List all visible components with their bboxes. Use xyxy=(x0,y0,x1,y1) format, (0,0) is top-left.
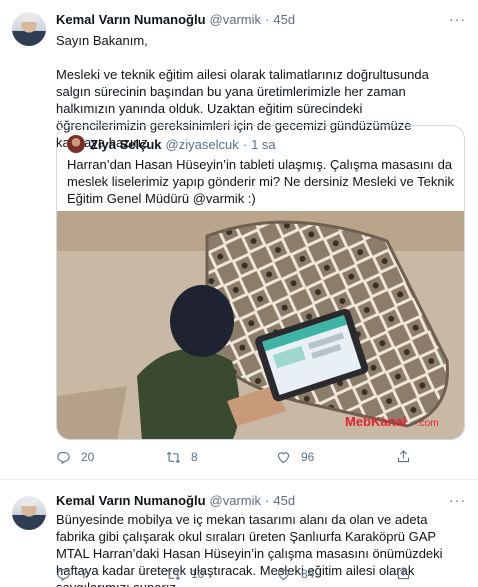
retweet-count: 8 xyxy=(191,450,198,464)
share-button[interactable] xyxy=(396,449,421,464)
more-icon[interactable]: ··· xyxy=(449,11,466,27)
quote-author-name: Ziya Selçuk xyxy=(90,136,162,152)
author-handle[interactable]: @varmik xyxy=(210,12,261,27)
separator-dot: · xyxy=(265,12,270,27)
reply-icon xyxy=(57,451,70,464)
separator-dot: · xyxy=(242,136,248,152)
retweet-button[interactable]: 8 xyxy=(166,450,198,465)
quote-avatar xyxy=(67,135,85,153)
reply-button[interactable]: 7 xyxy=(56,567,88,582)
avatar[interactable] xyxy=(12,12,46,46)
image-watermark-suffix: .com xyxy=(417,418,439,429)
tweet-header: Kemal Varın Numanoğlu @varmik · 45d ··· xyxy=(56,492,466,509)
author-handle[interactable]: @varmik xyxy=(210,493,261,508)
share-icon xyxy=(397,450,410,463)
retweet-count: 10 xyxy=(191,567,205,581)
like-icon xyxy=(277,568,290,580)
author-name[interactable]: Kemal Varın Numanoğlu xyxy=(56,12,206,27)
reply-icon xyxy=(57,568,70,581)
quote-photo[interactable]: MebKanal .com xyxy=(57,211,465,440)
reply-button[interactable]: 20 xyxy=(56,450,94,465)
retweet-icon xyxy=(166,451,181,463)
timestamp[interactable]: 45d xyxy=(273,12,295,27)
like-button[interactable]: 84 xyxy=(276,567,314,582)
more-icon[interactable]: ··· xyxy=(449,492,466,508)
share-button[interactable] xyxy=(396,566,421,581)
share-icon xyxy=(397,567,410,580)
author-name[interactable]: Kemal Varın Numanoğlu xyxy=(56,493,206,508)
separator-dot: · xyxy=(265,493,270,508)
quoted-tweet[interactable]: Ziya Selçuk @ziyaselcuk · 1 sa Harran’da… xyxy=(56,125,465,440)
reply-count: 20 xyxy=(81,450,95,464)
like-button[interactable]: 96 xyxy=(276,450,314,465)
tweet-header: Kemal Varın Numanoğlu @varmik · 45d ··· xyxy=(56,11,466,28)
tweet-greeting: Sayın Bakanım, xyxy=(56,33,148,48)
quote-author-handle: @ziyaselcuk xyxy=(165,136,239,152)
quote-text: Harran’dan Hasan Hüseyin’in tableti ulaş… xyxy=(67,157,455,206)
like-icon xyxy=(277,451,290,463)
like-count: 96 xyxy=(301,450,315,464)
quote-header: Ziya Selçuk @ziyaselcuk · 1 sa xyxy=(67,135,276,153)
reply-count: 7 xyxy=(81,567,88,581)
like-count: 84 xyxy=(301,567,315,581)
tweet[interactable]: Kemal Varın Numanoğlu @varmik · 45d ··· … xyxy=(0,0,478,480)
quote-timestamp: 1 sa xyxy=(251,136,276,152)
retweet-button[interactable]: 10 xyxy=(166,567,204,582)
timestamp[interactable]: 45d xyxy=(273,493,295,508)
retweet-icon xyxy=(166,568,181,580)
tweet-actions: 7 10 84 xyxy=(56,564,456,584)
tweet-actions: 20 8 96 xyxy=(56,447,456,467)
image-watermark: MebKanal xyxy=(345,414,406,429)
avatar[interactable] xyxy=(12,496,46,530)
